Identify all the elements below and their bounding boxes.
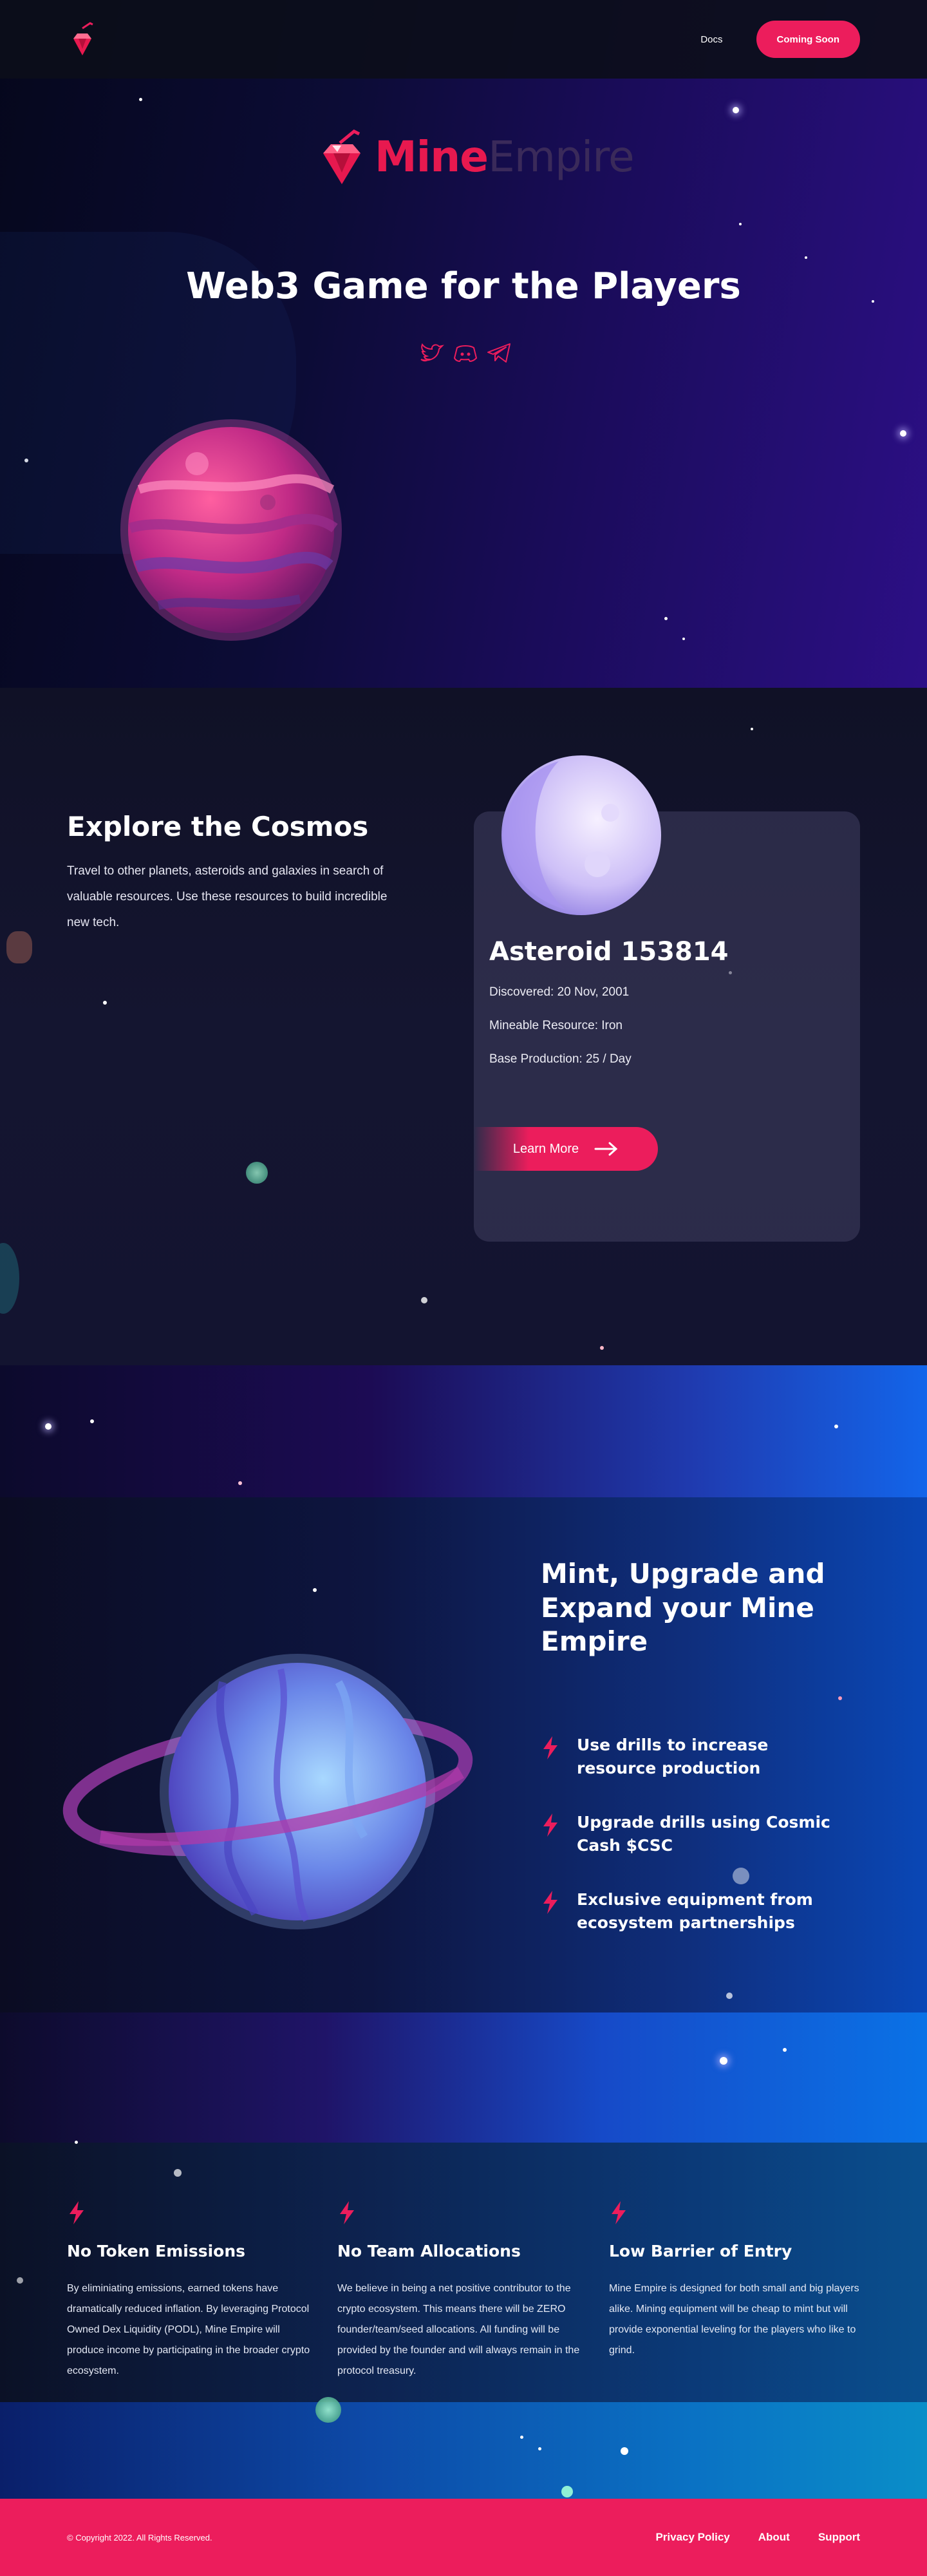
pillar-title: Low Barrier of Entry xyxy=(609,2242,792,2260)
explore-description: Travel to other planets, asteroids and g… xyxy=(67,864,388,929)
lightning-bolt-icon xyxy=(543,1891,557,1914)
hero-title: Web3 Game for the Players xyxy=(186,265,741,307)
pillar-text: Mine Empire is designed for both small a… xyxy=(609,2283,859,2356)
pillar-no-token-emissions: No Token Emissions By eliminiating emiss… xyxy=(67,2201,318,2382)
telegram-icon[interactable] xyxy=(485,341,512,365)
pillar-text: By eliminiating emissions, earned tokens… xyxy=(67,2283,310,2376)
arrow-right-icon xyxy=(594,1142,618,1156)
brand-wordmark: MineEmpire xyxy=(375,131,635,182)
pillar-title: No Team Allocations xyxy=(337,2242,521,2260)
asteroid-title: Asteroid 153814 xyxy=(489,937,729,967)
discord-icon[interactable] xyxy=(452,341,479,365)
top-navbar: Docs Coming Soon xyxy=(0,0,927,79)
lightning-bolt-icon xyxy=(543,1814,557,1837)
blue-ringed-planet-illustration xyxy=(62,1654,473,1929)
asteroid-resource: Mineable Resource: Iron xyxy=(489,1019,623,1032)
brand-logo: MineEmpire xyxy=(318,128,635,185)
footer-links: Privacy Policy About Support xyxy=(655,2531,860,2544)
footer-link-support[interactable]: Support xyxy=(818,2531,860,2544)
hero-section: MineEmpire Web3 Game for the Players xyxy=(0,79,927,688)
mine-empire-logo-icon[interactable] xyxy=(67,19,98,59)
footer: © Copyright 2022. All Rights Reserved. P… xyxy=(0,2499,927,2576)
learn-more-label: Learn More xyxy=(512,1141,579,1156)
pillar-no-team-allocations: No Team Allocations We believe in being … xyxy=(337,2201,588,2382)
asteroid-discovered: Discovered: 20 Nov, 2001 xyxy=(489,985,630,999)
feature-item: Exclusive equipment from ecosystem partn… xyxy=(541,1888,843,1935)
explore-text: Explore the Cosmos Travel to other plane… xyxy=(67,810,389,936)
pink-planet-illustration xyxy=(120,419,342,641)
asteroid-moon-illustration xyxy=(501,755,661,915)
asteroid-production: Base Production: 25 / Day xyxy=(489,1052,632,1066)
copyright-text: © Copyright 2022. All Rights Reserved. xyxy=(67,2532,212,2543)
mint-title: Mint, Upgrade and Expand your Mine Empir… xyxy=(541,1558,825,1657)
pillar-low-barrier: Low Barrier of Entry Mine Empire is desi… xyxy=(609,2201,860,2361)
gem-pickaxe-icon xyxy=(323,129,360,184)
brand-mine: Mine xyxy=(375,131,489,182)
footer-link-about[interactable]: About xyxy=(758,2531,790,2544)
pillar-text: We believe in being a net positive contr… xyxy=(337,2283,580,2376)
footer-link-privacy-policy[interactable]: Privacy Policy xyxy=(655,2531,729,2544)
twitter-icon[interactable] xyxy=(418,341,445,365)
feature-item: Use drills to increase resource producti… xyxy=(541,1734,843,1780)
feature-text: Use drills to increase resource producti… xyxy=(577,1736,769,1777)
lightning-bolt-icon xyxy=(612,2201,626,2224)
explore-title: Explore the Cosmos xyxy=(67,811,369,842)
nav-link-docs[interactable]: Docs xyxy=(700,34,722,45)
social-links xyxy=(418,341,512,365)
feature-item: Upgrade drills using Cosmic Cash $CSC xyxy=(541,1811,843,1857)
main-nav: Docs Coming Soon xyxy=(700,21,860,58)
brand-empire: Empire xyxy=(488,131,635,182)
feature-text: Upgrade drills using Cosmic Cash $CSC xyxy=(577,1813,830,1855)
lightning-bolt-icon xyxy=(70,2201,84,2224)
lightning-bolt-icon xyxy=(543,1736,557,1759)
feature-text: Exclusive equipment from ecosystem partn… xyxy=(577,1890,813,1932)
learn-more-button[interactable]: Learn More xyxy=(474,1127,658,1171)
coming-soon-button[interactable]: Coming Soon xyxy=(756,21,860,58)
pillar-title: No Token Emissions xyxy=(67,2242,246,2260)
lightning-bolt-icon xyxy=(340,2201,354,2224)
